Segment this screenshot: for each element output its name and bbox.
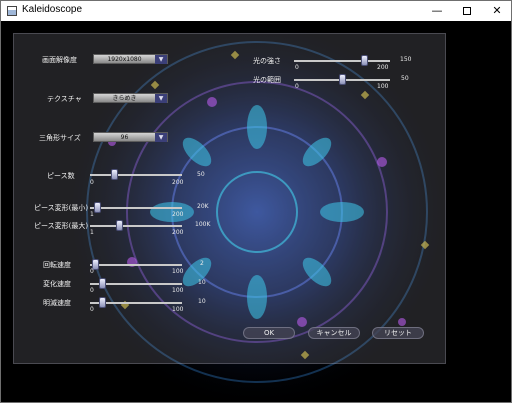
rotation-slider-track[interactable] (90, 259, 182, 270)
app-icon (7, 6, 17, 16)
pieces-slider-thumb[interactable] (111, 169, 118, 180)
triangle-size-label: 三角形サイズ (39, 134, 81, 142)
resolution-select[interactable]: 1920x1080 ▼ (93, 54, 168, 64)
blink-min: 0 (90, 306, 94, 313)
blink-slider-track[interactable] (90, 297, 182, 308)
window-title: Kaleidoscope (22, 4, 83, 15)
rotation-label: 回転速度 (43, 261, 71, 269)
deform-max-value: 100K (195, 221, 211, 228)
pieces-value: 50 (197, 171, 205, 178)
blink-value: 10 (198, 298, 206, 305)
minimize-button[interactable]: — (422, 1, 452, 21)
title-bar[interactable]: Kaleidoscope — ✕ (1, 1, 511, 21)
ok-button[interactable]: OK (243, 327, 295, 339)
chevron-down-icon: ▼ (155, 94, 167, 103)
deform-min-slider-thumb[interactable] (94, 202, 101, 213)
maximize-icon (463, 7, 471, 15)
resolution-label: 画面解像度 (42, 56, 77, 64)
deform-max-slider-thumb[interactable] (116, 220, 123, 231)
light-range-label: 光の範囲 (253, 76, 281, 84)
deform-max-min: 1 (90, 229, 94, 236)
light-range-min: 0 (295, 83, 299, 90)
kaleidoscope-viewport: 画面解像度 1920x1080 ▼ テクスチャ きらめき ▼ 三角形サイズ 96… (2, 22, 511, 402)
light-range-value: 50 (401, 75, 409, 82)
close-button[interactable]: ✕ (482, 1, 512, 21)
light-strength-slider-thumb[interactable] (361, 55, 368, 66)
deform-min-value: 20K (197, 203, 209, 210)
deform-min-slider-track[interactable] (90, 202, 182, 213)
change-max: 100 (172, 287, 184, 294)
deform-min-max: 200 (172, 211, 184, 218)
texture-select[interactable]: きらめき ▼ (93, 93, 168, 103)
change-value: 10 (198, 279, 206, 286)
triangle-size-select[interactable]: 96 ▼ (93, 132, 168, 142)
rotation-value: 2 (200, 260, 204, 267)
blink-slider-thumb[interactable] (99, 297, 106, 308)
light-strength-max: 200 (377, 64, 389, 71)
change-slider-thumb[interactable] (99, 278, 106, 289)
chevron-down-icon: ▼ (155, 55, 167, 64)
deform-min-min: 1 (90, 211, 94, 218)
change-min: 0 (90, 287, 94, 294)
rotation-max: 100 (172, 268, 184, 275)
pieces-slider-track[interactable] (90, 169, 182, 180)
change-label: 変化速度 (43, 280, 71, 288)
deform-max-slider-track[interactable] (90, 220, 182, 231)
deform-max-label: ピース変形(最大) (34, 222, 89, 230)
change-slider-track[interactable] (90, 278, 182, 289)
deform-max-max: 200 (172, 229, 184, 236)
light-strength-slider-track[interactable] (294, 55, 390, 66)
triangle-size-value: 96 (120, 134, 129, 141)
blink-max: 100 (172, 306, 184, 313)
cancel-button[interactable]: キャンセル (308, 327, 360, 339)
app-window: Kaleidoscope — ✕ 画面解像度 1920x1080 ▼ テクスチャ… (0, 0, 512, 403)
texture-value: きらめき (112, 95, 137, 102)
light-strength-min: 0 (295, 64, 299, 71)
light-strength-value: 150 (400, 56, 412, 63)
pieces-label: ピース数 (47, 172, 75, 180)
light-range-slider-track[interactable] (294, 74, 390, 85)
texture-label: テクスチャ (47, 95, 82, 103)
chevron-down-icon: ▼ (155, 133, 167, 142)
deform-min-label: ピース変形(最小) (34, 204, 89, 212)
reset-button[interactable]: リセット (372, 327, 424, 339)
light-range-max: 100 (377, 83, 389, 90)
pieces-min: 0 (90, 179, 94, 186)
settings-panel: 画面解像度 1920x1080 ▼ テクスチャ きらめき ▼ 三角形サイズ 96… (13, 33, 446, 364)
pieces-max: 200 (172, 179, 184, 186)
resolution-value: 1920x1080 (107, 56, 142, 63)
light-strength-label: 光の強さ (253, 57, 281, 65)
rotation-min: 0 (90, 268, 94, 275)
blink-label: 明滅速度 (43, 299, 71, 307)
maximize-button[interactable] (452, 1, 482, 21)
light-range-slider-thumb[interactable] (339, 74, 346, 85)
